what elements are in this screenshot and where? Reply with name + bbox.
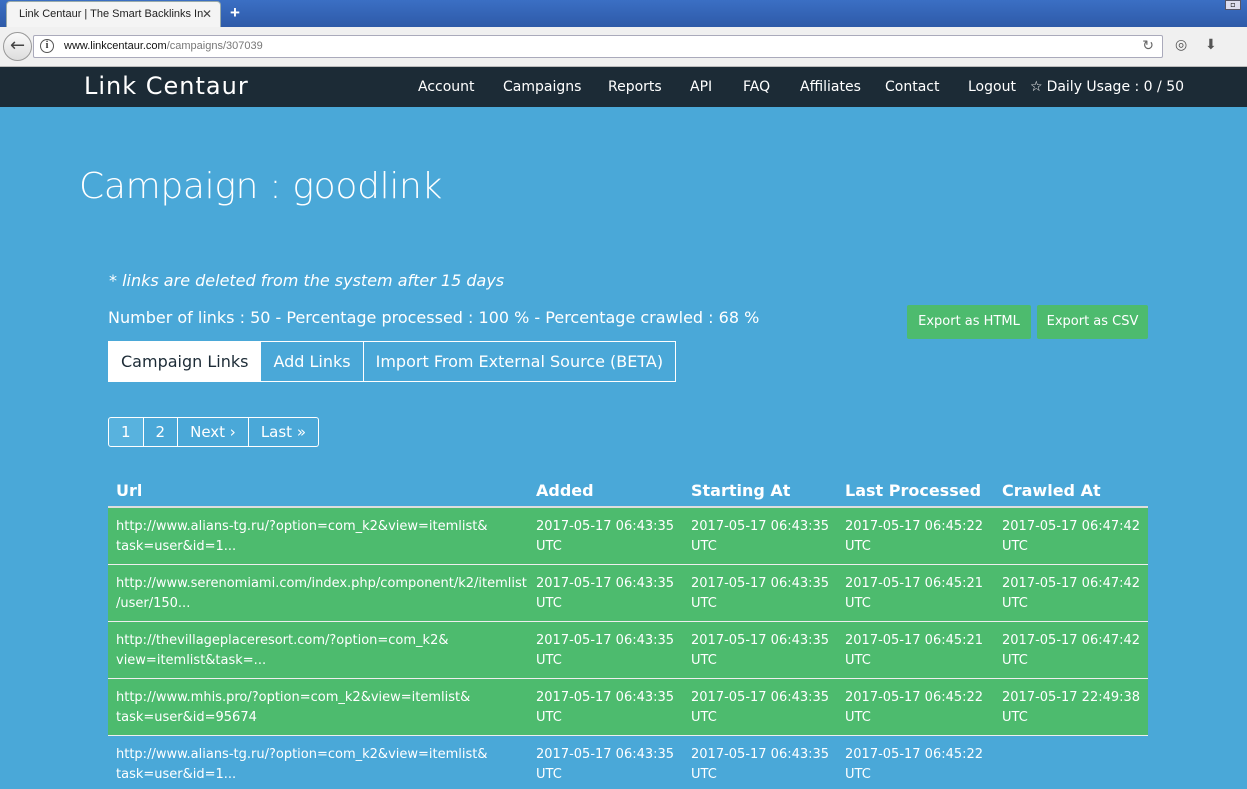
last-page-button[interactable]: Last » xyxy=(248,417,320,447)
starting-cell: 2017-05-17 06:43:35 UTC xyxy=(691,633,830,668)
column-header-added[interactable]: Added xyxy=(536,481,594,500)
crawled-cell: 2017-05-17 06:47:42 UTC xyxy=(1002,633,1141,668)
window-restore-icon[interactable]: ▫ xyxy=(1225,0,1241,10)
campaign-tabs: Campaign Links Add Links Import From Ext… xyxy=(108,341,677,382)
crawled-cell: 2017-05-17 06:47:42 UTC xyxy=(1002,576,1141,611)
starting-cell: 2017-05-17 06:43:35 UTC xyxy=(691,690,830,725)
added-cell: 2017-05-17 06:43:35 UTC xyxy=(536,690,675,725)
crawled-cell: 2017-05-17 22:49:38 UTC xyxy=(1002,690,1141,725)
processed-cell: 2017-05-17 06:45:21 UTC xyxy=(845,633,984,668)
nav-reports[interactable]: Reports xyxy=(608,79,662,95)
site-navbar: Link Centaur Account Campaigns Reports A… xyxy=(0,67,1247,107)
table-row: http://www.mhis.pro/?option=com_k2&view=… xyxy=(108,679,1148,736)
browser-tab[interactable]: Link Centaur | The Smart Backlinks In ✕ xyxy=(6,1,221,27)
pagination: 1 2 Next › Last » xyxy=(108,417,320,447)
nav-api[interactable]: API xyxy=(690,79,712,95)
info-icon[interactable]: i xyxy=(40,39,54,53)
nav-faq[interactable]: FAQ xyxy=(743,79,770,95)
column-header-url[interactable]: Url xyxy=(116,481,142,500)
browser-toolbar: ← i www.linkcentaur.com/campaigns/307039… xyxy=(0,27,1247,67)
table-row: http://www.serenomiami.com/index.php/com… xyxy=(108,565,1148,622)
page-2-button[interactable]: 2 xyxy=(143,417,179,447)
processed-cell: 2017-05-17 06:45:21 UTC xyxy=(845,576,984,611)
table-header: Url Added Starting At Last Processed Cra… xyxy=(108,475,1148,508)
processed-cell: 2017-05-17 06:45:22 UTC xyxy=(845,747,984,782)
url-cell[interactable]: http://www.alians-tg.ru/?option=com_k2&v… xyxy=(116,517,488,557)
daily-usage[interactable]: ☆ Daily Usage : 0 / 50 xyxy=(1030,79,1184,95)
added-cell: 2017-05-17 06:43:35 UTC xyxy=(536,576,675,611)
daily-usage-text: Daily Usage : 0 / 50 xyxy=(1046,79,1185,95)
campaign-stats: Number of links : 50 - Percentage proces… xyxy=(108,308,760,327)
url-cell[interactable]: http://www.mhis.pro/?option=com_k2&view=… xyxy=(116,688,470,728)
address-bar[interactable]: i www.linkcentaur.com/campaigns/307039 ↻ xyxy=(33,35,1163,58)
close-icon[interactable]: ✕ xyxy=(202,7,212,21)
download-arrow-icon[interactable]: ⬇ xyxy=(1205,37,1217,53)
column-header-starting-at[interactable]: Starting At xyxy=(691,481,790,500)
reload-icon[interactable]: ↻ xyxy=(1142,38,1154,54)
export-html-button[interactable]: Export as HTML xyxy=(907,305,1031,339)
table-row: http://www.alians-tg.ru/?option=com_k2&v… xyxy=(108,736,1148,789)
tab-add-links[interactable]: Add Links xyxy=(261,341,364,382)
nav-logout[interactable]: Logout xyxy=(968,79,1016,95)
nav-contact[interactable]: Contact xyxy=(885,79,939,95)
page-title: Campaign : goodlink xyxy=(79,166,443,207)
tab-import-external[interactable]: Import From External Source (BETA) xyxy=(363,341,677,382)
nav-campaigns[interactable]: Campaigns xyxy=(503,79,581,95)
url-cell[interactable]: http://thevillageplaceresort.com/?option… xyxy=(116,631,448,671)
added-cell: 2017-05-17 06:43:35 UTC xyxy=(536,633,675,668)
new-tab-button[interactable]: + xyxy=(230,3,240,23)
nav-account[interactable]: Account xyxy=(418,79,475,95)
processed-cell: 2017-05-17 06:45:22 UTC xyxy=(845,519,984,554)
tab-campaign-links[interactable]: Campaign Links xyxy=(108,341,262,382)
column-header-crawled-at[interactable]: Crawled At xyxy=(1002,481,1101,500)
next-page-button[interactable]: Next › xyxy=(178,417,249,447)
added-cell: 2017-05-17 06:43:35 UTC xyxy=(536,747,675,782)
url-cell[interactable]: http://www.serenomiami.com/index.php/com… xyxy=(116,574,527,614)
page-1-button[interactable]: 1 xyxy=(108,417,144,447)
back-arrow-icon[interactable]: ← xyxy=(3,32,32,61)
starting-cell: 2017-05-17 06:43:35 UTC xyxy=(691,747,830,782)
url-host: www.linkcentaur.com xyxy=(64,40,167,52)
processed-cell: 2017-05-17 06:45:22 UTC xyxy=(845,690,984,725)
crawled-cell: 2017-05-17 06:47:42 UTC xyxy=(1002,519,1141,554)
links-table: Url Added Starting At Last Processed Cra… xyxy=(108,475,1148,789)
added-cell: 2017-05-17 06:43:35 UTC xyxy=(536,519,675,554)
pocket-icon[interactable]: ◎ xyxy=(1175,37,1187,53)
nav-affiliates[interactable]: Affiliates xyxy=(800,79,861,95)
site-logo[interactable]: Link Centaur xyxy=(84,72,249,100)
url-text[interactable]: www.linkcentaur.com/campaigns/307039 xyxy=(64,40,263,52)
export-csv-button[interactable]: Export as CSV xyxy=(1037,305,1148,339)
browser-tabstrip: Link Centaur | The Smart Backlinks In ✕ … xyxy=(0,0,1247,27)
table-row: http://thevillageplaceresort.com/?option… xyxy=(108,622,1148,679)
browser-tab-title: Link Centaur | The Smart Backlinks In xyxy=(19,8,204,20)
url-path: /campaigns/307039 xyxy=(166,40,263,52)
table-row: http://www.alians-tg.ru/?option=com_k2&v… xyxy=(108,508,1148,565)
column-header-last-processed[interactable]: Last Processed xyxy=(845,481,981,500)
retention-note: * links are deleted from the system afte… xyxy=(109,271,505,290)
starting-cell: 2017-05-17 06:43:35 UTC xyxy=(691,519,830,554)
url-cell[interactable]: http://www.alians-tg.ru/?option=com_k2&v… xyxy=(116,745,488,785)
star-icon: ☆ xyxy=(1030,79,1043,95)
starting-cell: 2017-05-17 06:43:35 UTC xyxy=(691,576,830,611)
